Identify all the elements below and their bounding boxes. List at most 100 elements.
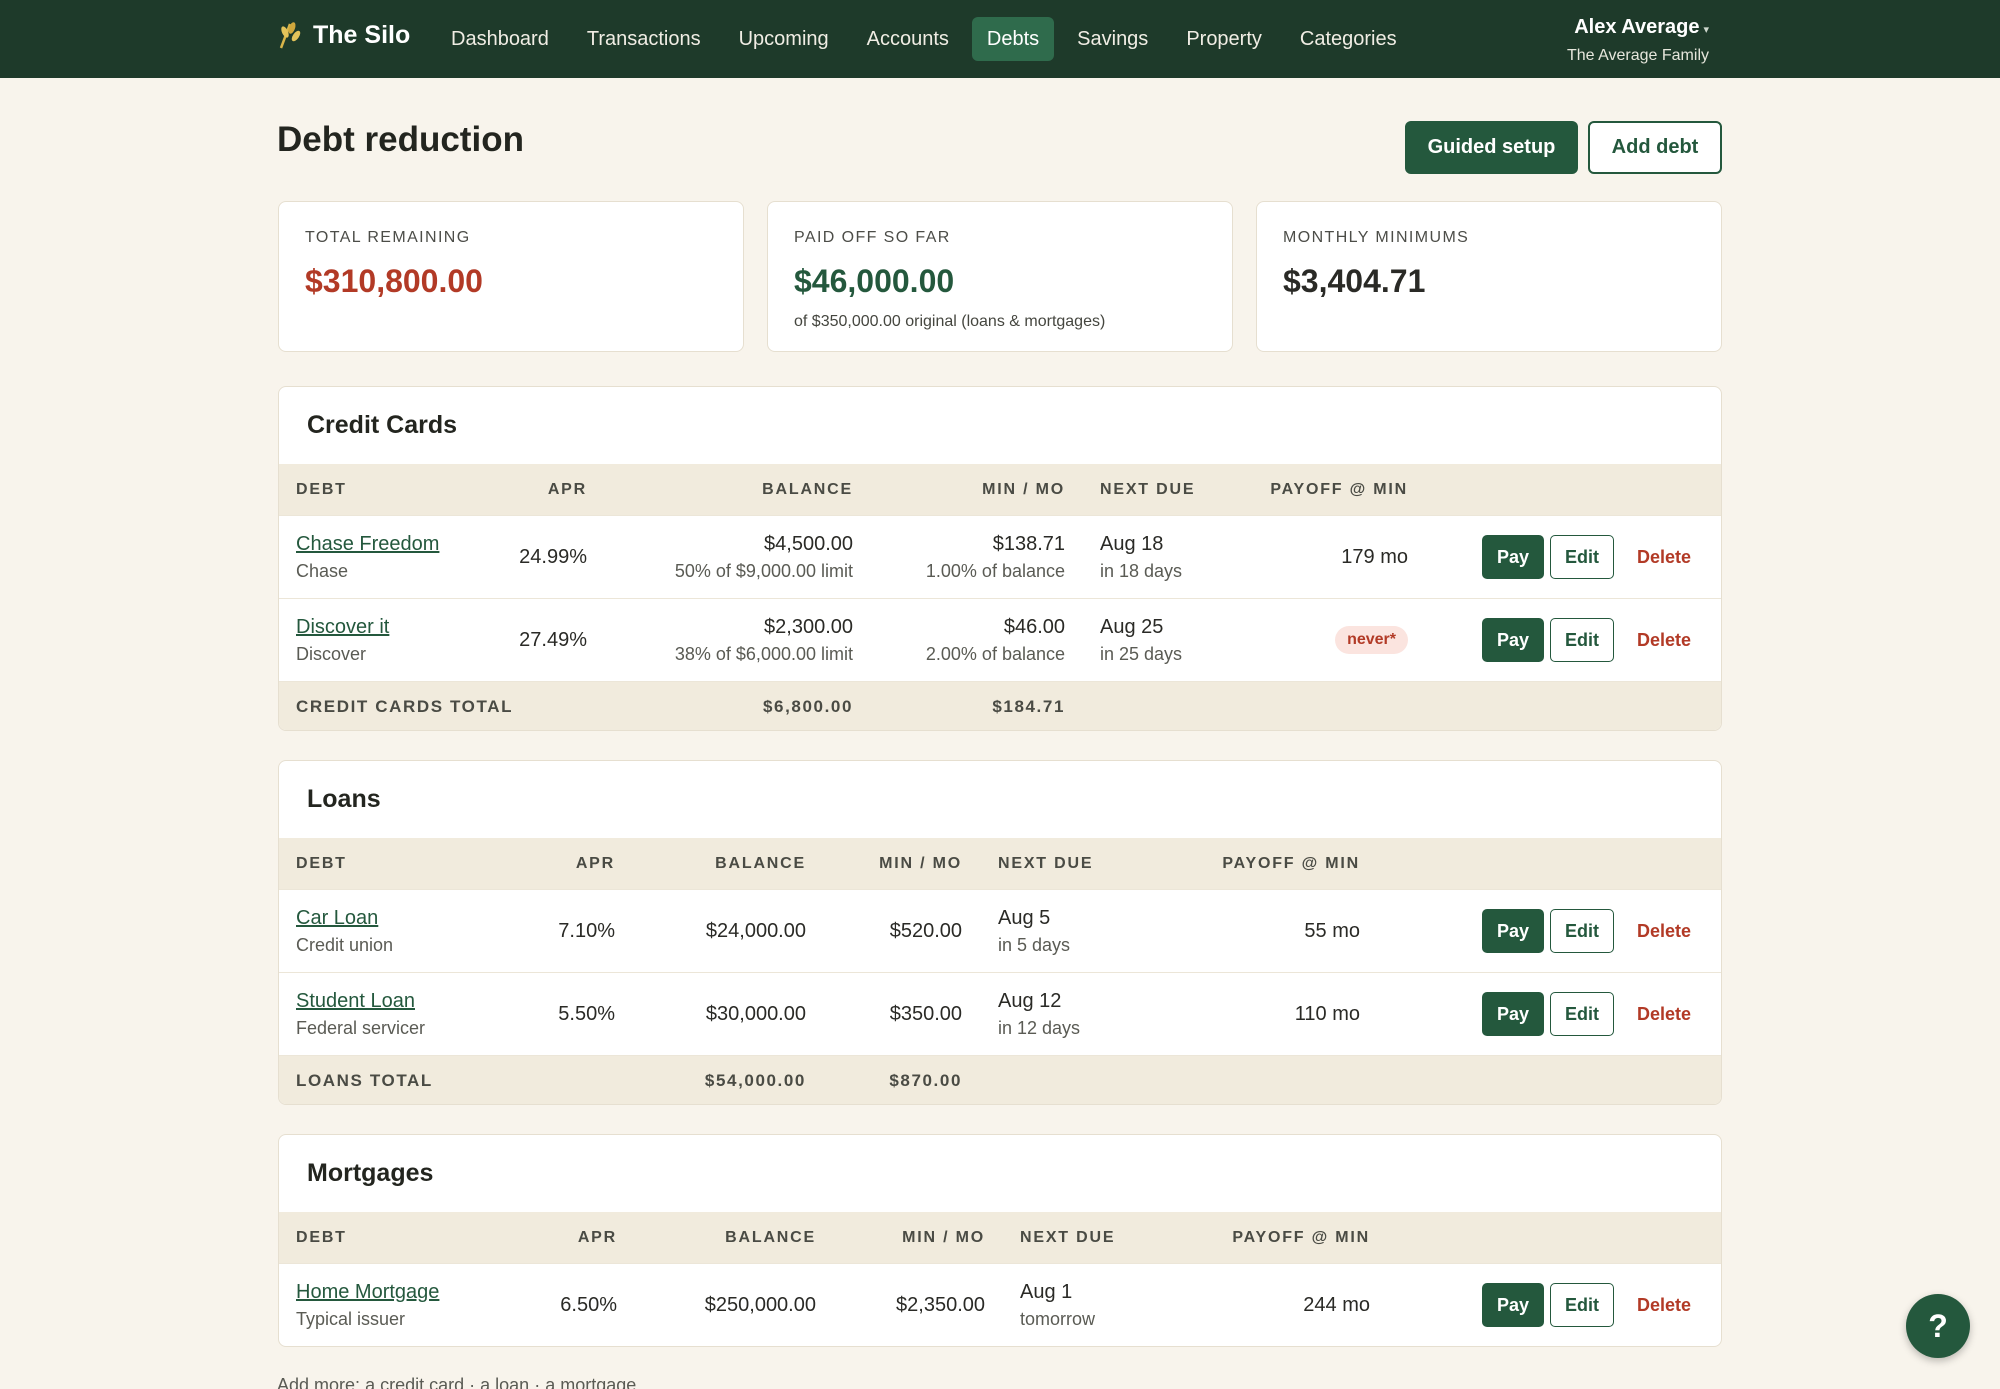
edit-button[interactable]: Edit xyxy=(1550,618,1614,662)
col-debt: DEBT xyxy=(296,480,347,498)
col-debt: DEBT xyxy=(296,854,347,872)
guided-setup-button[interactable]: Guided setup xyxy=(1405,121,1578,174)
apr: 27.49% xyxy=(519,628,587,651)
add-loan-link[interactable]: a loan xyxy=(480,1375,529,1389)
table-row: Discover it Discover 27.49% $2,300.00 38… xyxy=(279,598,1721,681)
stat-value: $310,800.00 xyxy=(305,263,483,299)
nav-links: Dashboard Transactions Upcoming Accounts… xyxy=(436,17,1412,61)
help-icon[interactable]: ? xyxy=(1906,1294,1970,1358)
section-title: Loans xyxy=(307,785,381,813)
limit-usage: 50% of $9,000.00 limit xyxy=(674,560,853,581)
debt-link[interactable]: Car Loan xyxy=(296,907,393,930)
col-payoff: PAYOFF @ MIN xyxy=(1270,480,1408,498)
stat-sub: of $350,000.00 original (loans & mortgag… xyxy=(794,313,1106,330)
credit-cards-section: Credit Cards DEBT APR BALANCE MIN / MO N… xyxy=(278,386,1722,731)
nav-transactions[interactable]: Transactions xyxy=(572,17,716,61)
pay-button[interactable]: Pay xyxy=(1482,909,1544,953)
stat-label: MONTHLY MINIMUMS xyxy=(1283,229,1470,246)
stat-value: $3,404.71 xyxy=(1283,263,1426,299)
debt-link[interactable]: Chase Freedom xyxy=(296,533,439,556)
nav-property[interactable]: Property xyxy=(1171,17,1277,61)
nav-savings[interactable]: Savings xyxy=(1062,17,1163,61)
edit-button[interactable]: Edit xyxy=(1550,909,1614,953)
apr: 7.10% xyxy=(558,919,615,942)
section-title: Mortgages xyxy=(307,1159,434,1187)
nav-accounts[interactable]: Accounts xyxy=(852,17,964,61)
min-payment: $2,350.00 xyxy=(896,1293,985,1316)
min-rate: 1.00% of balance xyxy=(925,560,1065,581)
pay-button[interactable]: Pay xyxy=(1482,535,1544,579)
issuer: Credit union xyxy=(296,934,394,955)
payoff: 110 mo xyxy=(1294,1002,1360,1025)
col-due: NEXT DUE xyxy=(1100,480,1196,498)
add-credit-card-link[interactable]: a credit card xyxy=(365,1375,464,1389)
add-mortgage-link[interactable]: a mortgage xyxy=(545,1375,636,1389)
separator: · xyxy=(534,1375,541,1389)
pay-button[interactable]: Pay xyxy=(1482,618,1544,662)
delete-button[interactable]: Delete xyxy=(1620,535,1708,579)
delete-button[interactable]: Delete xyxy=(1620,992,1708,1036)
edit-button[interactable]: Edit xyxy=(1550,1283,1614,1327)
due-date: Aug 25 xyxy=(1100,615,1164,638)
edit-button[interactable]: Edit xyxy=(1550,535,1614,579)
issuer: Typical issuer xyxy=(296,1308,406,1329)
col-balance: BALANCE xyxy=(762,480,853,498)
table-total-row: LOANS TOTAL $54,000.00 $870.00 xyxy=(279,1055,1721,1104)
add-debt-button[interactable]: Add debt xyxy=(1588,121,1722,174)
nav-dashboard[interactable]: Dashboard xyxy=(436,17,564,61)
col-due: NEXT DUE xyxy=(1020,1228,1116,1246)
col-payoff: PAYOFF @ MIN xyxy=(1222,854,1360,872)
stat-total-remaining: TOTAL REMAINING $310,800.00 xyxy=(278,201,744,352)
delete-button[interactable]: Delete xyxy=(1620,909,1708,953)
issuer: Discover xyxy=(296,643,367,664)
brand-name: The Silo xyxy=(313,20,411,49)
table-total-row: CREDIT CARDS TOTAL $6,800.00 $184.71 xyxy=(279,681,1721,730)
stat-value: $46,000.00 xyxy=(794,263,955,299)
delete-button[interactable]: Delete xyxy=(1620,1283,1708,1327)
col-min: MIN / MO xyxy=(879,854,962,872)
total-min: $184.71 xyxy=(992,697,1065,716)
balance: $2,300.00 xyxy=(764,615,853,638)
min-rate: 2.00% of balance xyxy=(925,643,1065,664)
table-row: Chase Freedom Chase 24.99% $4,500.00 50%… xyxy=(279,515,1721,598)
table-header: DEBT APR BALANCE MIN / MO NEXT DUE PAYOF… xyxy=(279,1212,1721,1263)
issuer: Chase xyxy=(296,560,349,581)
min-payment: $350.00 xyxy=(889,1002,962,1025)
add-more-note: Add more: a credit card · a loan · a mor… xyxy=(277,1375,636,1389)
payoff: 179 mo xyxy=(1341,545,1408,568)
table-row: Home Mortgage Typical issuer 6.50% $250,… xyxy=(279,1263,1721,1346)
delete-button[interactable]: Delete xyxy=(1620,618,1708,662)
payoff-never-badge: never* xyxy=(1335,626,1408,654)
page-title: Debt reduction xyxy=(277,120,524,159)
debt-link[interactable]: Discover it xyxy=(296,616,389,639)
wheat-logo-icon xyxy=(279,22,301,49)
payoff: 55 mo xyxy=(1304,919,1360,942)
brand[interactable]: The Silo xyxy=(277,20,410,50)
due-relative: in 18 days xyxy=(1100,560,1183,581)
pay-button[interactable]: Pay xyxy=(1482,1283,1544,1327)
family-name: The Average Family xyxy=(1567,47,1709,64)
col-payoff: PAYOFF @ MIN xyxy=(1232,1228,1370,1246)
due-relative: tomorrow xyxy=(1020,1308,1096,1329)
min-payment: $520.00 xyxy=(889,919,962,942)
nav-categories[interactable]: Categories xyxy=(1285,17,1412,61)
due-date: Aug 18 xyxy=(1100,532,1164,555)
separator: · xyxy=(469,1375,476,1389)
due-relative: in 25 days xyxy=(1100,643,1183,664)
edit-button[interactable]: Edit xyxy=(1550,992,1614,1036)
user-menu[interactable]: Alex Average ▾ The Average Family xyxy=(1567,16,1709,65)
mortgages-section: Mortgages DEBT APR BALANCE MIN / MO NEXT… xyxy=(278,1134,1722,1347)
debt-link[interactable]: Student Loan xyxy=(296,990,425,1013)
pay-button[interactable]: Pay xyxy=(1482,992,1544,1036)
nav-debts[interactable]: Debts xyxy=(971,17,1055,61)
nav-upcoming[interactable]: Upcoming xyxy=(724,17,844,61)
due-date: Aug 5 xyxy=(998,906,1051,929)
col-balance: BALANCE xyxy=(725,1228,816,1246)
min-payment: $138.71 xyxy=(992,532,1065,555)
user-name: Alex Average xyxy=(1574,16,1700,38)
min-payment: $46.00 xyxy=(1003,615,1065,638)
section-title: Credit Cards xyxy=(307,411,458,439)
debt-link[interactable]: Home Mortgage xyxy=(296,1281,439,1304)
col-balance: BALANCE xyxy=(715,854,806,872)
col-apr: APR xyxy=(547,480,587,498)
